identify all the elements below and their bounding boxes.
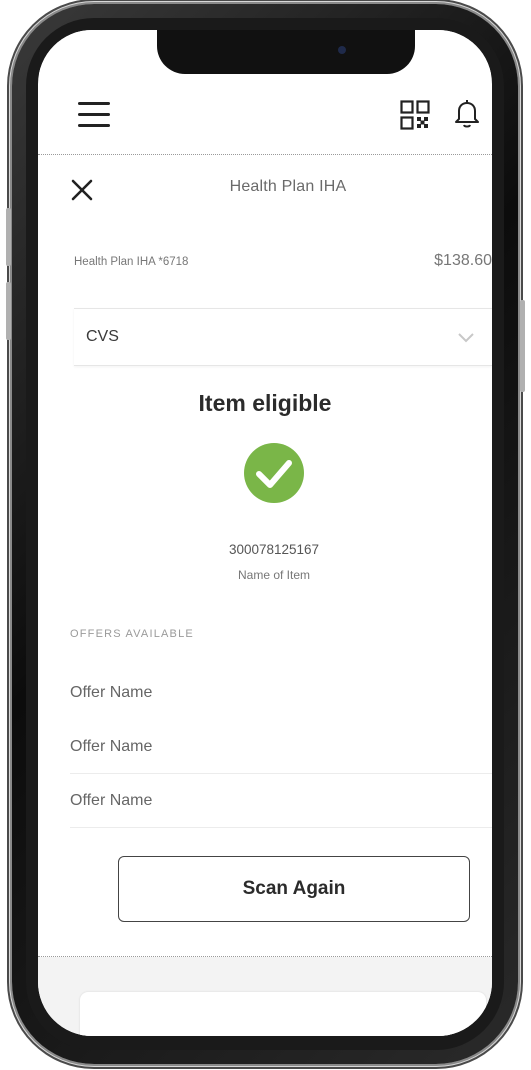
item-code: 300078125167 [228, 542, 320, 557]
bottom-card [80, 992, 486, 1036]
offer-name: Offer Name [70, 738, 153, 755]
side-button [6, 208, 11, 266]
account-name: Health Plan IHA *6718 [74, 256, 189, 268]
item-name: Name of Item [237, 568, 311, 582]
qr-code-icon[interactable] [400, 100, 430, 130]
side-button [520, 300, 525, 392]
offer-item[interactable]: Offer Name [70, 720, 492, 774]
merchant-select-value: CVS [86, 328, 119, 345]
hamburger-menu-icon[interactable] [78, 102, 110, 128]
account-balance: $138.60 [434, 252, 492, 269]
chevron-down-icon [458, 333, 474, 343]
app-header [38, 74, 492, 155]
camera-icon [338, 46, 346, 54]
offer-name: Offer Name [70, 684, 153, 701]
offer-item[interactable]: Offer Name [70, 774, 492, 828]
check-circle-icon [243, 442, 305, 504]
panel-title: Health Plan IHA [229, 178, 347, 195]
phone-notch [157, 30, 415, 74]
offer-item[interactable]: Offer Name [70, 666, 492, 720]
scan-again-button[interactable]: Scan Again [118, 856, 470, 922]
bell-icon[interactable] [450, 96, 484, 130]
phone-screen: Health Plan IHA Health Plan IHA *6718 $1… [38, 30, 492, 1036]
close-icon[interactable] [68, 176, 96, 204]
side-button [6, 282, 11, 340]
offers-heading: OFFERS AVAILABLE [70, 628, 194, 640]
offer-name: Offer Name [70, 792, 153, 809]
merchant-select[interactable]: CVS [74, 308, 492, 366]
eligibility-status: Item eligible [198, 390, 332, 416]
